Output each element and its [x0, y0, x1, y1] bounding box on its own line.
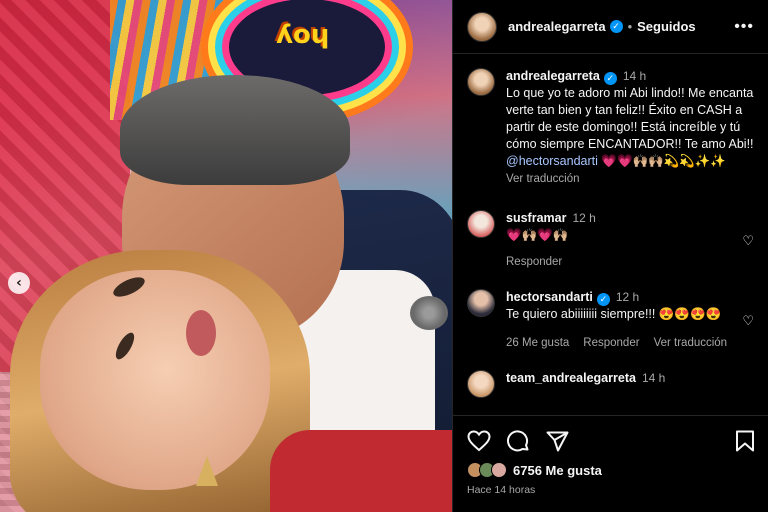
comment-bubble-icon[interactable]	[507, 429, 530, 453]
comment: hectorsandarti ✓ 12 h Te quiero abiiiiiiii…	[467, 289, 754, 352]
comment-time: 14 h	[641, 371, 666, 385]
caption: andrealegarreta ✓ 14 h Lo que yo te adoro …	[467, 68, 754, 188]
author-username[interactable]: andrealegarreta	[508, 19, 606, 34]
verified-badge-icon: ✓	[603, 72, 617, 85]
comment-username[interactable]: susframar	[506, 211, 566, 225]
separator-dot: •	[627, 19, 633, 34]
share-send-icon[interactable]	[546, 431, 569, 452]
caption-time: 14 h	[622, 69, 647, 83]
comment-time: 12 h	[615, 290, 640, 304]
comment-text: 💗🙌🏼💗🙌🏼	[506, 228, 569, 242]
post-panel: andrealegarreta ✓ • Seguidos ••• andreal…	[452, 0, 768, 512]
comment: susframar 12 h 💗🙌🏼💗🙌🏼 Responder ♡	[467, 210, 754, 271]
man-hair	[120, 75, 350, 185]
show-logo-text: hoy	[276, 22, 330, 52]
caption-mention[interactable]: @hectorsandarti	[506, 154, 598, 168]
verified-badge-icon: ✓	[609, 20, 623, 33]
verified-badge-icon: ✓	[596, 293, 610, 306]
author-avatar[interactable]	[467, 11, 497, 42]
reply-link[interactable]: Responder	[583, 335, 639, 352]
woman-face	[40, 270, 270, 490]
commenter-avatar[interactable]	[467, 210, 495, 238]
comment-text: Te quiero abiiiiiiii siempre!!! 😍😍😍😍	[506, 307, 722, 321]
post-photo: hoy ‹	[0, 0, 452, 512]
post-time-ago: Hace 14 horas	[467, 484, 536, 496]
comments-list[interactable]: andrealegarreta ✓ 14 h Lo que yo te adoro …	[453, 54, 768, 414]
comment-time: 12 h	[572, 211, 596, 225]
caption-emojis: 💗💗🙌🏼🙌🏼💫💫✨✨	[601, 154, 726, 168]
red-dress	[270, 430, 452, 512]
author-avatar[interactable]	[467, 68, 495, 96]
translate-link[interactable]: Ver traducción	[654, 335, 728, 352]
commenter-avatar[interactable]	[467, 289, 495, 317]
following-button[interactable]: Seguidos	[637, 19, 696, 34]
caption-username[interactable]: andrealegarreta	[506, 69, 600, 83]
post-actions: 6756 Me gusta Hace 14 horas	[453, 415, 768, 496]
like-comment-icon[interactable]: ♡	[742, 233, 754, 249]
lapel-flower	[410, 296, 448, 330]
like-comment-icon[interactable]: ♡	[742, 313, 754, 329]
likes-summary[interactable]: 6756 Me gusta	[467, 462, 755, 478]
liker-avatar	[491, 462, 507, 478]
commenter-avatar[interactable]	[467, 370, 495, 398]
comment-username[interactable]: hectorsandarti	[506, 290, 593, 304]
comment-username[interactable]: team_andrealegarreta	[506, 371, 636, 385]
woman-lips	[186, 310, 216, 356]
likes-count[interactable]: 6756 Me gusta	[513, 463, 602, 478]
reply-link[interactable]: Responder	[506, 254, 562, 271]
like-heart-icon[interactable]	[467, 430, 491, 452]
caption-text: Lo que yo te adoro mi Abi lindo!! Me enc…	[506, 86, 754, 151]
save-bookmark-icon[interactable]	[735, 430, 755, 452]
comment-likes[interactable]: 26 Me gusta	[506, 335, 569, 352]
carousel-prev-button[interactable]: ‹	[8, 272, 30, 294]
comment: team_andrealegarreta 14 h	[467, 370, 754, 398]
more-options-icon[interactable]: •••	[734, 18, 754, 36]
caption-translate-link[interactable]: Ver traducción	[506, 171, 580, 188]
post-header: andrealegarreta ✓ • Seguidos •••	[453, 0, 768, 54]
